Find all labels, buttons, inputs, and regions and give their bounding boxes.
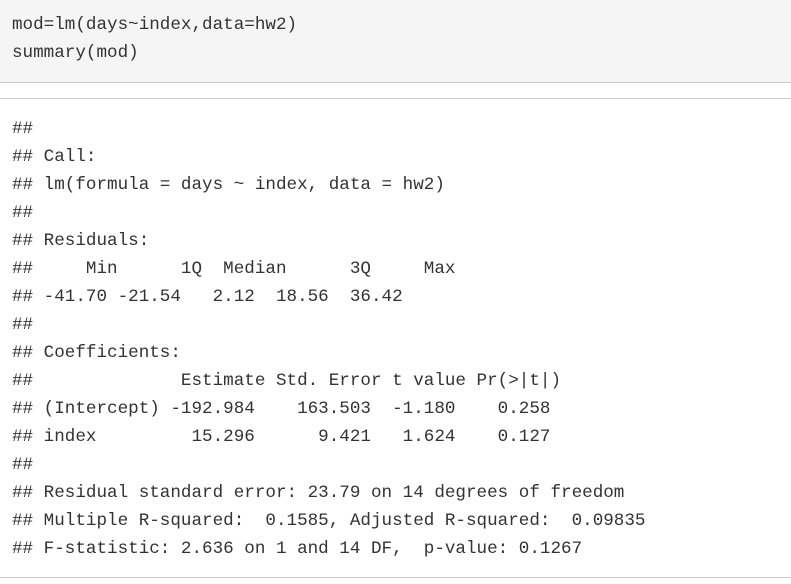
output-line: ## Residuals: xyxy=(12,231,150,251)
output-line: ## lm(formula = days ~ index, data = hw2… xyxy=(12,175,445,195)
output-line: ## xyxy=(12,119,34,139)
output-line: ## Residual standard error: 23.79 on 14 … xyxy=(12,483,625,503)
output-line: ## xyxy=(12,203,34,223)
output-line: ## Coefficients: xyxy=(12,343,181,363)
output-line: ## Estimate Std. Error t value Pr(>|t|) xyxy=(12,371,562,391)
output-line: ## (Intercept) -192.984 163.503 -1.180 0… xyxy=(12,399,551,419)
output-line: ## Min 1Q Median 3Q Max xyxy=(12,259,456,279)
code-line: mod=lm(days~index,data=hw2) xyxy=(12,15,298,35)
code-line: summary(mod) xyxy=(12,43,139,63)
output-chunk: ## ## Call: ## lm(formula = days ~ index… xyxy=(0,98,791,578)
output-line: ## xyxy=(12,455,34,475)
output-line: ## Multiple R-squared: 0.1585, Adjusted … xyxy=(12,511,646,531)
code-chunk: mod=lm(days~index,data=hw2) summary(mod) xyxy=(0,0,791,83)
output-line: ## index 15.296 9.421 1.624 0.127 xyxy=(12,427,551,447)
output-line: ## F-statistic: 2.636 on 1 and 14 DF, p-… xyxy=(12,539,583,559)
output-line: ## xyxy=(12,315,34,335)
output-line: ## -41.70 -21.54 2.12 18.56 36.42 xyxy=(12,287,403,307)
output-line: ## Call: xyxy=(12,147,97,167)
